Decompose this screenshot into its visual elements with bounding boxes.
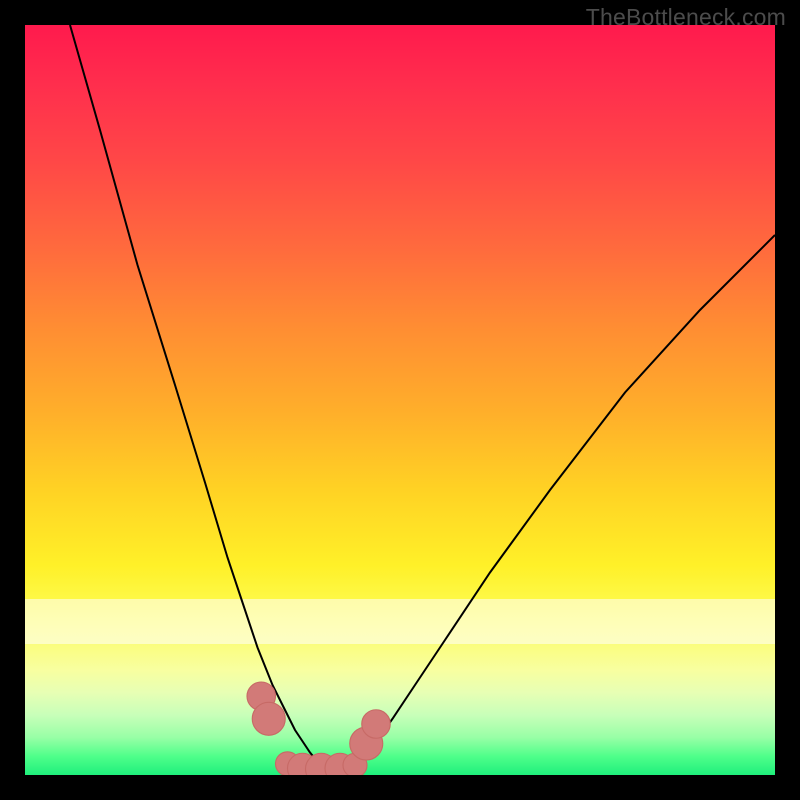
watermark-text: TheBottleneck.com bbox=[586, 4, 786, 31]
plot-area bbox=[25, 25, 775, 775]
bottleneck-curve bbox=[25, 25, 775, 775]
chart-frame: TheBottleneck.com bbox=[0, 0, 800, 800]
